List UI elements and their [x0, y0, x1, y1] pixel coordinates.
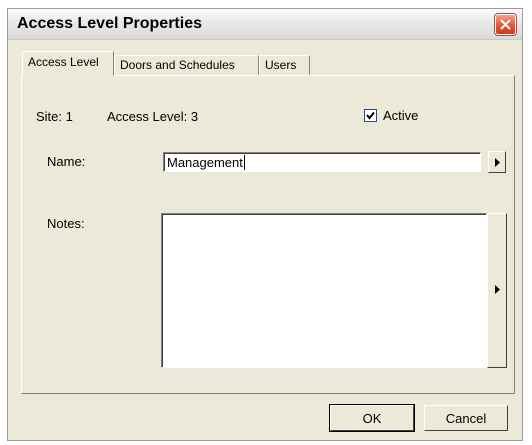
close-icon [500, 19, 511, 30]
checkmark-icon [366, 111, 375, 120]
name-expand-button[interactable] [488, 151, 506, 173]
tab-access-level[interactable]: Access Level [22, 51, 114, 76]
access-level-text: Access Level: 3 [107, 109, 199, 124]
name-value: Management [167, 155, 245, 170]
ok-button[interactable]: OK [329, 404, 415, 432]
arrow-right-icon [495, 158, 500, 167]
name-label: Name: [47, 154, 86, 169]
notes-expand-button[interactable] [487, 213, 507, 368]
active-label: Active [383, 108, 419, 123]
name-input[interactable]: Management [163, 152, 481, 172]
close-button[interactable] [494, 13, 517, 36]
tab-users[interactable]: Users [259, 55, 310, 75]
window-title: Access Level Properties [17, 15, 202, 32]
arrow-right-icon [495, 285, 500, 294]
tab-panel: Site: 1 Access Level: 3 Active Name: Man… [21, 75, 515, 394]
notes-label: Notes: [47, 216, 85, 231]
title-bar[interactable]: Access Level Properties [8, 9, 522, 40]
site-text: Site: 1 [36, 109, 73, 124]
dialog-window: Access Level Properties Access Level Doo… [7, 8, 523, 441]
active-checkbox[interactable] [364, 109, 377, 122]
notes-textarea[interactable] [161, 213, 487, 368]
tab-doors-and-schedules[interactable]: Doors and Schedules [114, 55, 259, 75]
cancel-button[interactable]: Cancel [424, 405, 508, 431]
